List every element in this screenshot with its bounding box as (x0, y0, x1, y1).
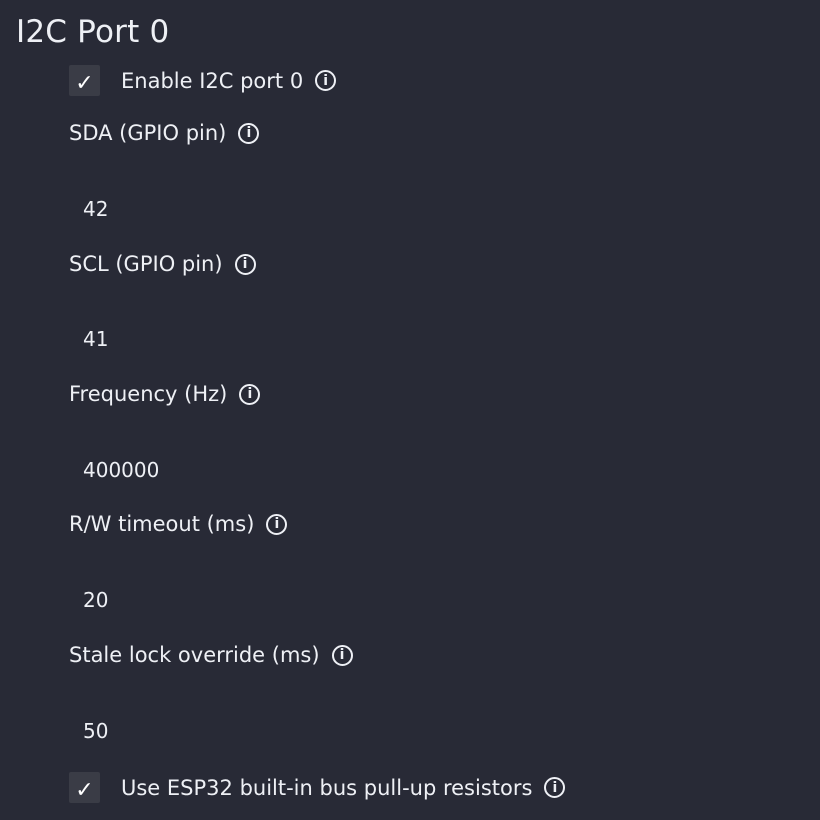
enable-i2c-label: Enable I2C port 0 (121, 68, 304, 93)
pullup-checkbox[interactable]: ✓ (69, 772, 100, 803)
pullup-label: Use ESP32 built-in bus pull-up resistors (121, 775, 533, 800)
sda-input[interactable] (69, 189, 497, 229)
enable-i2c-row[interactable]: ✓ Enable I2C port 0 i (69, 65, 337, 96)
checkmark-icon: ✓ (75, 71, 94, 96)
info-icon[interactable]: i (331, 644, 353, 666)
info-icon[interactable]: i (266, 513, 288, 535)
frequency-label: Frequency (Hz) (69, 382, 228, 406)
pullup-row[interactable]: ✓ Use ESP32 built-in bus pull-up resisto… (69, 772, 566, 803)
sda-label: SDA (GPIO pin) (69, 121, 227, 145)
info-icon[interactable]: i (238, 122, 260, 144)
scl-label-row: SCL (GPIO pin) i (69, 252, 256, 276)
scl-input[interactable] (69, 319, 497, 359)
info-icon[interactable]: i (544, 777, 566, 798)
rw-timeout-input[interactable] (69, 580, 497, 620)
stale-lock-label-row: Stale lock override (ms) i (69, 643, 353, 667)
frequency-input[interactable] (69, 450, 497, 490)
enable-i2c-checkbox[interactable]: ✓ (69, 65, 100, 96)
checkmark-icon: ✓ (75, 778, 94, 803)
stale-lock-label: Stale lock override (ms) (69, 643, 320, 667)
info-icon[interactable]: i (315, 70, 337, 91)
info-icon[interactable]: i (234, 253, 256, 275)
sda-label-row: SDA (GPIO pin) i (69, 121, 260, 145)
scl-label: SCL (GPIO pin) (69, 252, 223, 276)
stale-lock-input[interactable] (69, 711, 497, 751)
frequency-label-row: Frequency (Hz) i (69, 382, 261, 406)
page-title: I2C Port 0 (16, 14, 170, 50)
rw-timeout-label-row: R/W timeout (ms) i (69, 512, 288, 536)
info-icon[interactable]: i (239, 383, 261, 405)
rw-timeout-label: R/W timeout (ms) (69, 512, 255, 536)
